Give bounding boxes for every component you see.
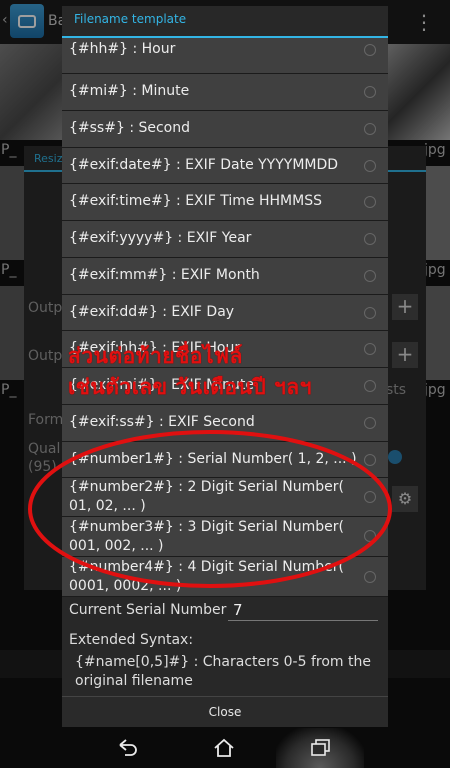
list-item-label: {#hh#} : Hour [69,41,176,57]
current-serial-row: Current Serial Number 7 [62,595,388,627]
radio-button[interactable] [364,86,376,98]
annotation-text-line1: ส่วนต่อท้ายชื่อไฟล์ [68,344,243,368]
navigation-bar [0,728,450,768]
current-serial-label: Current Serial Number [69,602,227,618]
list-item-number3[interactable]: {#number3#} : 3 Digit Serial Number( 001… [62,517,388,557]
radio-button[interactable] [364,343,376,355]
list-item-number4[interactable]: {#number4#} : 4 Digit Serial Number( 000… [62,557,388,597]
radio-button[interactable] [364,44,376,56]
current-serial-input[interactable]: 7 [228,599,378,621]
list-item-exif-date[interactable]: {#exif:date#} : EXIF Date YYYYMMDD [62,148,388,184]
list-item-label: {#number3#} : 3 Digit Serial Number( 001… [69,519,344,554]
list-item-exif-month[interactable]: {#exif:mm#} : EXIF Month [62,258,388,295]
radio-button[interactable] [364,380,376,392]
radio-button[interactable] [364,196,376,208]
home-icon[interactable] [212,737,236,759]
list-item-label: {#exif:yyyy#} : EXIF Year [69,230,252,246]
radio-button[interactable] [364,160,376,172]
list-item-exif-day[interactable]: {#exif:dd#} : EXIF Day [62,295,388,331]
list-item-label: {#exif:mm#} : EXIF Month [69,267,260,283]
radio-button[interactable] [364,417,376,429]
list-item-label: {#number1#} : Serial Number( 1, 2, ... ) [69,451,357,467]
close-button[interactable]: Close [62,696,388,727]
list-item-number1[interactable]: {#number1#} : Serial Number( 1, 2, ... ) [62,442,388,478]
template-list: {#hh#} : Hour {#mi#} : Minute {#ss#} : S… [62,38,388,597]
annotation-text-line2: เช่นตัวเลข วันเดือนปี ฯลฯ [68,375,312,399]
list-item-second[interactable]: {#ss#} : Second [62,111,388,148]
extended-syntax-label: Extended Syntax: [69,632,194,648]
list-item-minute[interactable]: {#mi#} : Minute [62,74,388,111]
radio-button[interactable] [364,530,376,542]
radio-button[interactable] [364,307,376,319]
list-item-label: {#exif:time#} : EXIF Time HHMMSS [69,193,322,209]
radio-button[interactable] [364,270,376,282]
recent-apps-icon[interactable] [309,737,333,759]
radio-button[interactable] [364,233,376,245]
list-item-exif-second[interactable]: {#exif:ss#} : EXIF Second [62,405,388,442]
list-item-exif-year[interactable]: {#exif:yyyy#} : EXIF Year [62,221,388,258]
back-icon[interactable] [116,737,140,759]
list-item-label: {#exif:date#} : EXIF Date YYYYMMDD [69,157,339,173]
list-item-number2[interactable]: {#number2#} : 2 Digit Serial Number( 01,… [62,478,388,517]
radio-button[interactable] [364,123,376,135]
list-item-label: {#exif:dd#} : EXIF Day [69,304,235,320]
list-item-label: {#number2#} : 2 Digit Serial Number( 01,… [69,479,344,514]
list-item-exif-time[interactable]: {#exif:time#} : EXIF Time HHMMSS [62,184,388,221]
list-item-label: {#exif:ss#} : EXIF Second [69,414,255,430]
radio-button[interactable] [364,571,376,583]
list-item-hour[interactable]: {#hh#} : Hour [62,38,388,74]
radio-button[interactable] [364,454,376,466]
list-item-label: {#number4#} : 4 Digit Serial Number( 000… [69,559,344,594]
dialog-title: Filename template [74,12,187,26]
radio-button[interactable] [364,491,376,503]
extended-syntax-description: {#name[0,5]#} : Characters 0-5 from the … [75,654,371,689]
list-item-label: {#mi#} : Minute [69,83,190,99]
list-item-label: {#ss#} : Second [69,120,191,136]
